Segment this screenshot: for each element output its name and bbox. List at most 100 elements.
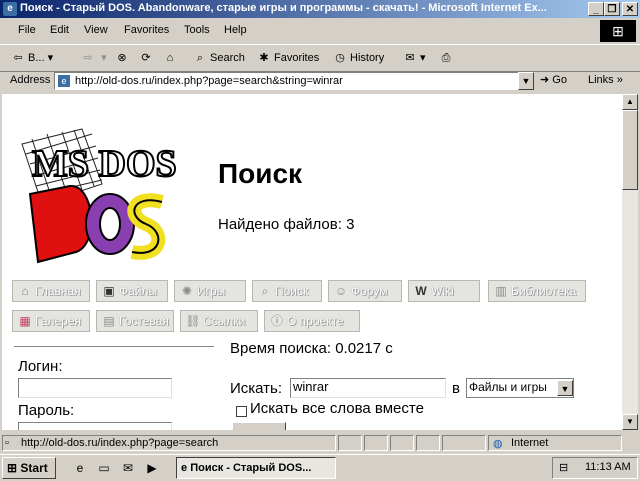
search-button[interactable]: ⌕ Search <box>192 48 245 68</box>
mail-button[interactable]: ✉ ▾ <box>402 48 426 68</box>
clock: 11:13 AM <box>585 461 631 473</box>
media-quicklaunch-icon[interactable]: ▶ <box>144 460 160 476</box>
menu-edit[interactable]: Edit <box>50 24 69 36</box>
go-arrow-icon: ➜ <box>540 74 550 86</box>
start-button[interactable]: ⊞ Start <box>2 457 56 479</box>
menu-bar: File Edit View Favorites Tools Help <box>0 20 640 42</box>
menu-view[interactable]: View <box>84 24 108 36</box>
forward-button[interactable]: ⇨ ▾ <box>80 48 106 68</box>
minimize-button[interactable]: _ <box>588 2 604 16</box>
desktop-quicklaunch-icon[interactable]: ▭ <box>96 460 112 476</box>
status-bar: ▫ http://old-dos.ru/index.php?page=searc… <box>0 434 640 452</box>
zone-text: Internet <box>511 437 549 449</box>
stop-button[interactable]: ⊗ <box>114 48 132 68</box>
nav-home-button[interactable]: ⌂ Главная <box>12 280 90 302</box>
search-time: Время поиска: 0.0217 с <box>230 340 393 357</box>
nav-wiki-button[interactable]: W Wiki <box>408 280 480 302</box>
nav-games-button[interactable]: ✺ Игры <box>174 280 246 302</box>
info-icon: ⓘ <box>270 314 283 328</box>
login-input[interactable] <box>18 378 172 398</box>
links-icon: ⛓ <box>185 314 201 328</box>
guestbook-icon: ▤ <box>103 314 115 328</box>
address-input[interactable]: e http://old-dos.ru/index.php?page=searc… <box>54 72 520 90</box>
msdos-logo: MS DOS <box>21 128 178 264</box>
refresh-button[interactable]: ⟳ <box>138 48 156 68</box>
history-button[interactable]: ◷ History <box>332 48 384 68</box>
search-icon: ⌕ <box>261 284 269 298</box>
go-button[interactable]: ➜ Go <box>540 73 567 86</box>
nav-about-button[interactable]: ⓘ О проекте <box>264 310 360 332</box>
divider <box>14 346 214 347</box>
system-tray: ⊟ 11:13 AM <box>552 457 638 479</box>
mail-dropdown-icon: ▾ <box>420 52 426 64</box>
scroll-down-icon[interactable]: ▼ <box>622 414 638 430</box>
stop-icon: ⊗ <box>117 52 127 64</box>
vertical-scrollbar[interactable]: ▲ ▼ <box>622 94 638 430</box>
home-button[interactable]: ⌂ <box>162 48 180 68</box>
search-input[interactable]: winrar <box>290 378 446 398</box>
found-count: Найдено файлов: 3 <box>218 216 355 233</box>
search-icon: ⌕ <box>196 52 204 64</box>
address-dropdown-icon[interactable]: ▼ <box>518 72 534 90</box>
status-cell <box>416 435 440 451</box>
scope-select[interactable]: Файлы и игры ▼ <box>466 378 574 398</box>
menu-help[interactable]: Help <box>224 24 247 36</box>
menu-favorites[interactable]: Favorites <box>124 24 169 36</box>
login-label: Логин: <box>18 358 63 375</box>
close-button[interactable]: ✕ <box>622 2 638 16</box>
windows-logo-icon: ⊞ <box>600 20 636 42</box>
wiki-icon: W <box>415 284 427 298</box>
all-words-checkbox[interactable] <box>236 406 247 417</box>
menu-tools[interactable]: Tools <box>184 24 210 36</box>
nav-forum-button[interactable]: ☺ Форум <box>328 280 402 302</box>
home-icon: ⌂ <box>21 284 29 298</box>
address-label: Address <box>10 74 51 86</box>
back-dropdown-icon: ▾ <box>47 52 54 64</box>
address-bar: Address e http://old-dos.ru/index.php?pa… <box>0 70 640 92</box>
star-icon: ✱ <box>259 52 269 64</box>
status-cell <box>364 435 388 451</box>
scroll-up-icon[interactable]: ▲ <box>622 94 638 110</box>
search-submit-button[interactable] <box>232 422 286 430</box>
taskbar-ie-window[interactable]: e Поиск - Старый DOS... <box>176 457 336 479</box>
nav-gallery-button[interactable]: ▦ Галерея <box>12 310 90 332</box>
ie-quicklaunch-icon[interactable]: e <box>72 460 88 476</box>
files-icon: ▣ <box>103 284 115 298</box>
nav-search-button[interactable]: ⌕ Поиск <box>252 280 322 302</box>
scroll-thumb[interactable] <box>622 110 638 190</box>
taskbar: ⊞ Start e ▭ ✉ ▶ e Поиск - Старый DOS... … <box>0 454 640 481</box>
nav-files-button[interactable]: ▣ Файлы <box>96 280 168 302</box>
status-cell <box>442 435 486 451</box>
windows-flag-icon: ⊞ <box>7 461 18 475</box>
in-label: в <box>452 380 460 397</box>
status-cell <box>390 435 414 451</box>
outlook-quicklaunch-icon[interactable]: ✉ <box>120 460 136 476</box>
globe-icon: ◍ <box>493 438 503 450</box>
gallery-icon: ▦ <box>19 314 31 328</box>
nav-library-button[interactable]: ▥ Библиотека <box>488 280 586 302</box>
status-text-cell: ▫ http://old-dos.ru/index.php?page=searc… <box>2 435 336 451</box>
library-icon: ▥ <box>495 284 507 298</box>
nav-links-button[interactable]: ⛓ Ссылки <box>180 310 258 332</box>
restore-button[interactable]: ❐ <box>604 2 620 16</box>
ie-icon: e <box>181 462 188 474</box>
menu-file[interactable]: File <box>18 24 36 36</box>
ie-icon: e <box>3 2 17 16</box>
page-icon: ▫ <box>5 437 9 449</box>
back-arrow-icon: ⇦ <box>13 52 23 64</box>
window-title: Поиск - Старый DOS. Abandonware, старые … <box>20 2 547 14</box>
history-icon: ◷ <box>335 52 345 64</box>
status-cell <box>338 435 362 451</box>
back-button[interactable]: ⇦ B... ▾ <box>10 48 53 68</box>
favorites-button[interactable]: ✱ Favorites <box>256 48 319 68</box>
print-button[interactable]: ⎙ <box>438 48 456 68</box>
links-button[interactable]: Links » <box>588 74 623 86</box>
toolbar: ⇦ B... ▾ ⇨ ▾ ⊗ ⟳ ⌂ ⌕ Search ✱ Favorites ◷ Hi… <box>0 44 640 72</box>
title-bar: e Поиск - Старый DOS. Abandonware, стары… <box>0 0 640 18</box>
refresh-icon: ⟳ <box>141 52 151 64</box>
network-tray-icon[interactable]: ⊟ <box>559 461 568 474</box>
logo-ms-letters: MS DOS <box>32 143 177 185</box>
nav-guestbook-button[interactable]: ▤ Гостевая <box>96 310 174 332</box>
page-icon: e <box>58 75 70 87</box>
password-input[interactable] <box>18 422 172 430</box>
